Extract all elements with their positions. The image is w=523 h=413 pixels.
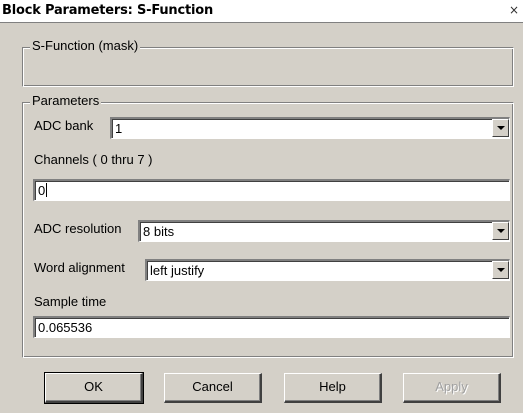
mask-group <box>22 47 514 87</box>
word-alignment-label: Word alignment <box>34 260 125 275</box>
cancel-button[interactable]: Cancel <box>164 373 262 403</box>
title-bar: Block Parameters: S-Function × <box>0 0 523 23</box>
close-icon[interactable]: × <box>509 3 519 17</box>
adc-resolution-label: ADC resolution <box>34 221 122 236</box>
chevron-down-icon[interactable] <box>492 261 509 279</box>
channels-label: Channels ( 0 thru 7 ) <box>34 152 153 167</box>
help-button[interactable]: Help <box>284 373 382 403</box>
parameters-group-legend: Parameters <box>30 93 102 108</box>
adc-bank-value: 1 <box>115 121 123 136</box>
ok-button[interactable]: OK <box>44 372 144 404</box>
channels-input[interactable]: 0 <box>33 179 510 201</box>
adc-resolution-select[interactable]: 8 bits <box>138 220 510 242</box>
window-title: Block Parameters: S-Function <box>2 3 214 18</box>
text-caret <box>46 183 48 197</box>
word-alignment-value: left justify <box>150 263 205 278</box>
adc-bank-label: ADC bank <box>34 118 94 133</box>
sample-time-value: 0.065536 <box>38 320 93 335</box>
mask-group-legend: S-Function (mask) <box>30 38 141 53</box>
channels-value: 0 <box>38 183 46 198</box>
chevron-down-icon[interactable] <box>492 119 509 137</box>
word-alignment-select[interactable]: left justify <box>145 259 510 281</box>
adc-resolution-value: 8 bits <box>143 224 175 239</box>
apply-button[interactable]: Apply <box>403 373 501 403</box>
adc-bank-select[interactable]: 1 <box>110 117 510 139</box>
sample-time-label: Sample time <box>34 294 107 309</box>
sample-time-input[interactable]: 0.065536 <box>33 316 510 338</box>
chevron-down-icon[interactable] <box>492 222 509 240</box>
